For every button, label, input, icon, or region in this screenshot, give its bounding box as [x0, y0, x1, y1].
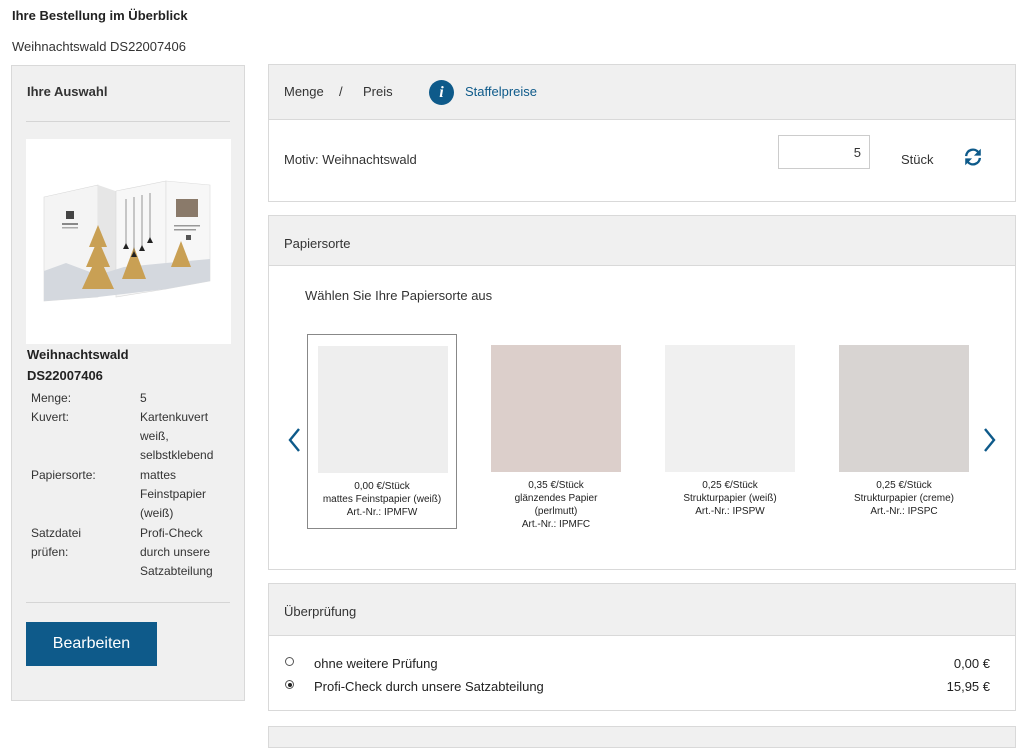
radio-no-check[interactable]: [285, 657, 294, 666]
next-section-header: [268, 726, 1016, 748]
paper-option-text: 0,00 €/Stück mattes Feinstpapier (weiß) …: [308, 480, 456, 519]
envelope-line: weiß,: [140, 429, 169, 443]
paper-line: Feinstpapier: [140, 487, 207, 501]
paper-swatch: [491, 345, 621, 472]
motif-label: Motiv: Weihnachtswald: [284, 152, 417, 167]
radio-profi-check[interactable]: [285, 680, 294, 689]
selection-sidebar: Ihre Auswahl Weihnachtswald DS22007406 M…: [11, 65, 245, 701]
detail-label-envelope: Kuvert:: [31, 410, 70, 424]
product-name: Weihnachtswald: [27, 347, 129, 362]
paper-name: mattes Feinstpapier (weiß): [322, 494, 442, 505]
tiered-prices-link[interactable]: Staffelpreise: [465, 84, 537, 99]
paper-swatch: [839, 345, 969, 472]
paper-price: 0,35 €/Stück: [528, 480, 584, 491]
paper-article: Art.-Nr.: IPSPC: [870, 506, 938, 517]
paper-article: Art.-Nr.: IPMFC: [521, 519, 591, 530]
paper-price: 0,25 €/Stück: [876, 480, 932, 491]
option-label-profi-check[interactable]: Profi-Check durch unsere Satzabteilung: [314, 679, 544, 694]
product-code: DS22007406: [27, 368, 103, 383]
paper-price: 0,00 €/Stück: [354, 481, 410, 492]
paper-option-text: 0,25 €/Stück Strukturpapier (creme) Art.…: [829, 479, 979, 518]
refresh-icon[interactable]: [962, 146, 984, 168]
paper-option-text: 0,35 €/Stück glänzendes Papier (perlmutt…: [481, 479, 631, 531]
check-panel: ohne weitere Prüfung 0,00 € Profi-Check …: [268, 635, 1016, 711]
product-preview-image: [26, 139, 231, 344]
detail-value-quantity: 5: [140, 391, 147, 405]
info-icon[interactable]: i: [429, 80, 454, 105]
detail-value-envelope: Kartenkuvert weiß, selbstklebend: [140, 408, 240, 465]
envelope-line: selbstklebend: [140, 448, 214, 462]
paper-article: Art.-Nr.: IPMFW: [346, 507, 418, 518]
envelope-line: Kartenkuvert: [140, 410, 209, 424]
file-check-line: durch unsere: [140, 545, 211, 559]
sidebar-divider: [26, 602, 230, 603]
paper-swatch: [665, 345, 795, 472]
paper-name: (perlmutt): [534, 506, 578, 517]
paper-name: Strukturpapier (creme): [853, 493, 955, 504]
option-price-profi-check: 15,95 €: [946, 679, 990, 694]
quantity-panel: Motiv: Weihnachtswald Stück: [268, 119, 1016, 202]
detail-label-file-check: Satzdatei prüfen:: [31, 524, 81, 562]
option-label-no-check[interactable]: ohne weitere Prüfung: [314, 656, 438, 671]
price-header-label: Preis: [363, 84, 393, 99]
chevron-left-icon[interactable]: [285, 425, 305, 455]
paper-name: glänzendes Papier: [514, 493, 598, 504]
detail-value-file-check: Profi-Check durch unsere Satzabteilung: [140, 524, 240, 581]
paper-option-card[interactable]: 0,35 €/Stück glänzendes Papier (perlmutt…: [481, 334, 631, 531]
header-separator: /: [339, 84, 343, 99]
paper-type-panel: Wählen Sie Ihre Papiersorte aus 0,00 €/S…: [268, 265, 1016, 570]
file-check-line: Satzabteilung: [140, 564, 213, 578]
check-title: Überprüfung: [284, 604, 357, 619]
quantity-input[interactable]: [778, 135, 870, 169]
paper-article: Art.-Nr.: IPSPW: [695, 506, 765, 517]
quantity-price-header: Menge / Preis i Staffelpreise: [268, 64, 1016, 121]
detail-label-quantity: Menge:: [31, 391, 72, 405]
unit-label: Stück: [901, 152, 934, 167]
paper-option-text: 0,25 €/Stück Strukturpapier (weiß) Art.-…: [655, 479, 805, 518]
paper-option-card[interactable]: 0,25 €/Stück Strukturpapier (weiß) Art.-…: [655, 334, 805, 529]
order-subtitle: Weihnachtswald DS22007406: [12, 39, 186, 54]
detail-label-paper: Papiersorte:: [31, 468, 96, 482]
paper-option-card[interactable]: 0,00 €/Stück mattes Feinstpapier (weiß) …: [307, 334, 457, 529]
quantity-header-label: Menge: [284, 84, 324, 99]
paper-line: mattes: [140, 468, 177, 482]
edit-button[interactable]: Bearbeiten: [26, 622, 157, 666]
paper-type-header: Papiersorte: [268, 215, 1016, 267]
sidebar-title: Ihre Auswahl: [27, 84, 108, 99]
option-price-no-check: 0,00 €: [953, 656, 990, 671]
detail-value-paper: mattes Feinstpapier (weiß): [140, 466, 240, 523]
paper-line: (weiß): [140, 506, 174, 520]
paper-option-card[interactable]: 0,25 €/Stück Strukturpapier (creme) Art.…: [829, 334, 979, 529]
chevron-right-icon[interactable]: [979, 425, 999, 455]
sidebar-divider: [26, 121, 230, 122]
paper-swatch: [318, 346, 448, 473]
file-check-label-line: prüfen:: [31, 545, 69, 559]
paper-name: Strukturpapier (weiß): [683, 493, 777, 504]
file-check-label-line: Satzdatei: [31, 526, 82, 540]
check-header: Überprüfung: [268, 583, 1016, 637]
page-title: Ihre Bestellung im Überblick: [12, 8, 188, 23]
folded-card-illustration: [43, 180, 211, 302]
paper-instruction: Wählen Sie Ihre Papiersorte aus: [305, 288, 493, 303]
paper-price: 0,25 €/Stück: [702, 480, 758, 491]
file-check-line: Profi-Check: [140, 526, 203, 540]
paper-type-title: Papiersorte: [284, 236, 351, 251]
